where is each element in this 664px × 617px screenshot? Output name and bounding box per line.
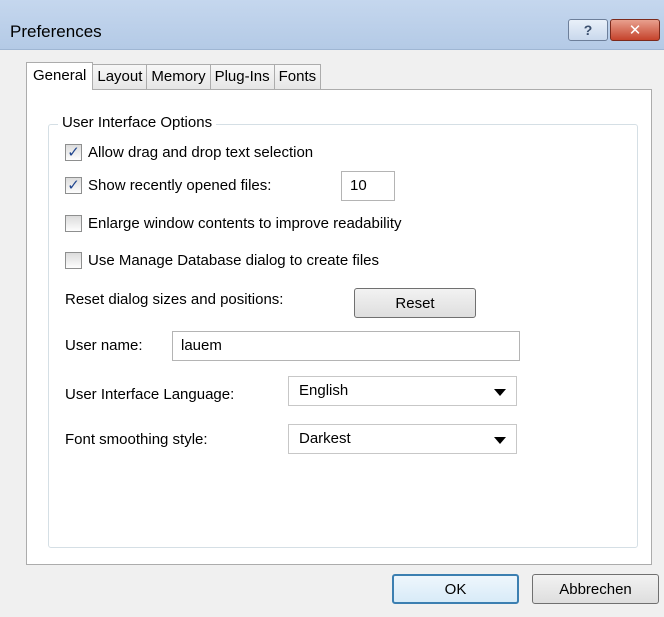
language-value: English: [299, 382, 349, 399]
group-label: User Interface Options: [58, 114, 217, 131]
checkmark-icon: ✓: [67, 144, 80, 161]
tab-plug-ins[interactable]: Plug-Ins: [209, 64, 275, 90]
window-title: Preferences: [10, 22, 102, 41]
user-name-input[interactable]: lauem: [172, 331, 520, 361]
preferences-dialog: Preferences ? ✕ General Layout Memory Pl…: [0, 0, 664, 617]
font-smoothing-label: Font smoothing style:: [65, 431, 208, 448]
drag-drop-label: Allow drag and drop text selection: [88, 144, 314, 161]
manage-database-option[interactable]: Use Manage Database dialog to create fil…: [65, 252, 379, 269]
help-button[interactable]: ?: [568, 19, 608, 41]
user-name-label: User name:: [65, 337, 143, 354]
cancel-button[interactable]: Abbrechen: [532, 574, 659, 604]
manage-database-checkbox[interactable]: [65, 252, 82, 269]
drag-drop-checkbox[interactable]: ✓: [65, 144, 82, 161]
recent-files-count-input[interactable]: 10: [341, 171, 395, 201]
ok-button[interactable]: OK: [392, 574, 519, 604]
reset-button[interactable]: Reset: [354, 288, 476, 318]
close-icon: ✕: [628, 22, 642, 39]
tab-general[interactable]: General: [26, 62, 94, 90]
tab-layout[interactable]: Layout: [92, 64, 148, 90]
title-bar[interactable]: Preferences ? ✕: [0, 0, 664, 50]
enlarge-checkbox[interactable]: [65, 215, 82, 232]
tab-fonts[interactable]: Fonts: [273, 64, 322, 90]
reset-label: Reset dialog sizes and positions:: [65, 291, 284, 308]
manage-database-label: Use Manage Database dialog to create fil…: [88, 252, 380, 269]
dropdown-arrow-icon: [494, 389, 506, 396]
question-mark-icon: ?: [583, 22, 593, 38]
font-smoothing-select[interactable]: Darkest: [288, 424, 517, 454]
checkmark-icon: ✓: [67, 177, 80, 194]
tab-memory[interactable]: Memory: [146, 64, 211, 90]
drag-drop-option[interactable]: ✓ Allow drag and drop text selection: [65, 144, 313, 161]
recent-files-option[interactable]: ✓ Show recently opened files:: [65, 177, 271, 194]
enlarge-label: Enlarge window contents to improve reada…: [88, 215, 402, 232]
dropdown-arrow-icon: [494, 437, 506, 444]
recent-files-checkbox[interactable]: ✓: [65, 177, 82, 194]
language-label: User Interface Language:: [65, 386, 235, 403]
close-button[interactable]: ✕: [610, 19, 660, 41]
font-smoothing-value: Darkest: [299, 430, 351, 447]
recent-files-label: Show recently opened files:: [88, 177, 272, 194]
tab-strip: General Layout Memory Plug-Ins Fonts: [26, 62, 322, 90]
language-select[interactable]: English: [288, 376, 517, 406]
enlarge-option[interactable]: Enlarge window contents to improve reada…: [65, 215, 402, 232]
